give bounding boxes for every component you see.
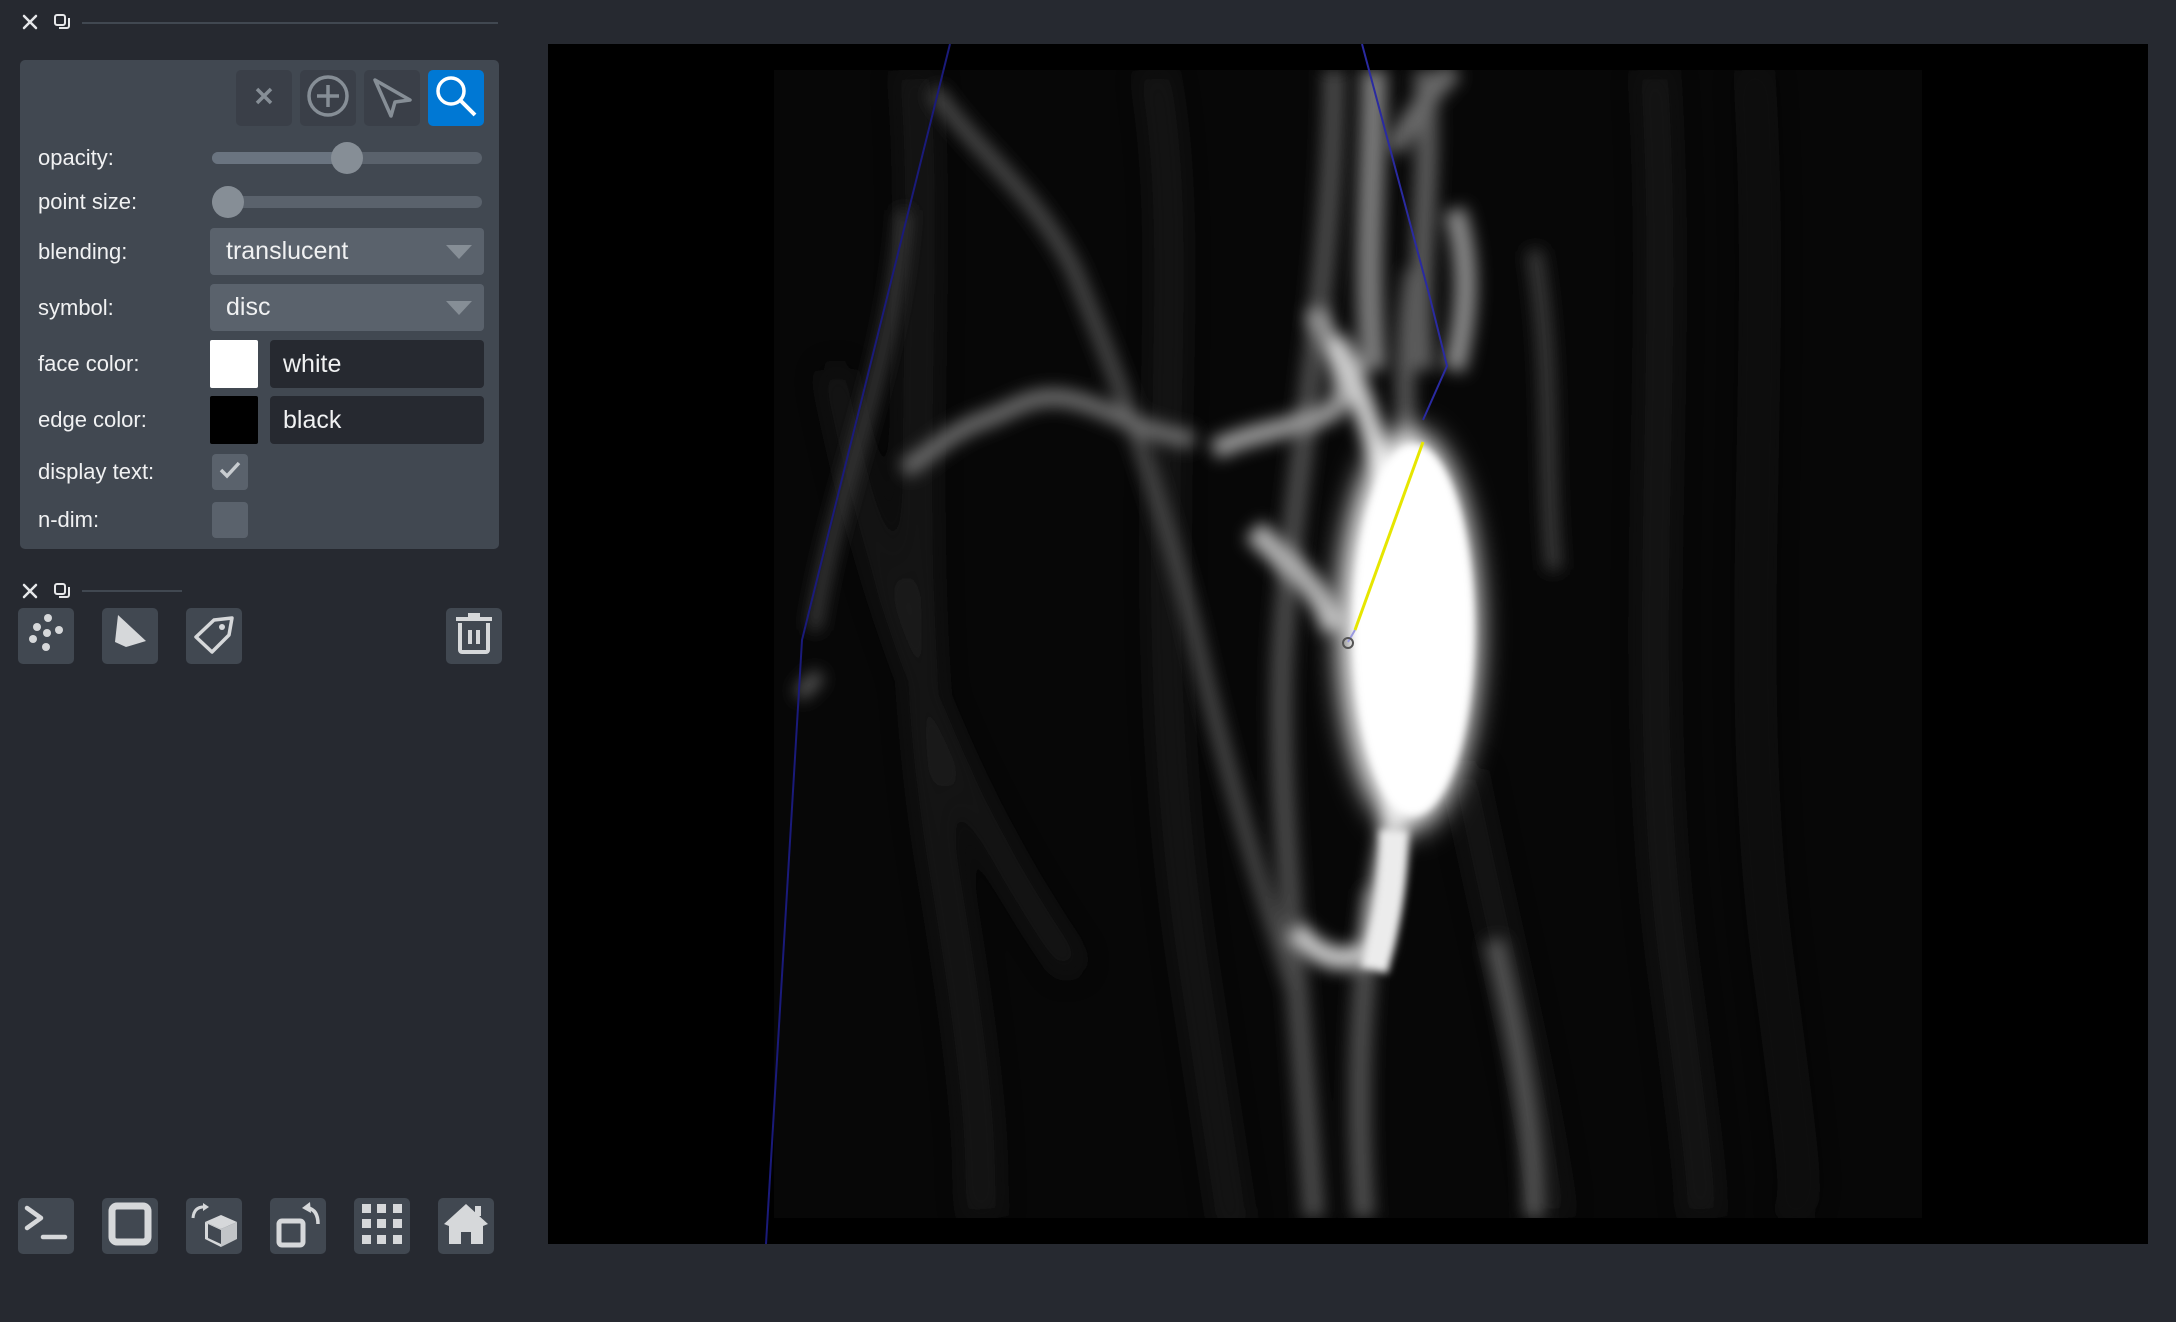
point-size-slider[interactable]: [212, 186, 482, 218]
face-color-input[interactable]: white: [270, 340, 484, 388]
trash-icon: [454, 612, 494, 661]
toggle-ndisplay-button[interactable]: [102, 1198, 158, 1254]
add-points-button[interactable]: [300, 70, 356, 126]
close-icon[interactable]: [20, 12, 40, 32]
dock-title-divider: [82, 22, 498, 24]
pan-zoom-button[interactable]: [428, 70, 484, 126]
transpose-icon: [274, 1200, 322, 1253]
float-icon[interactable]: [52, 581, 72, 601]
symbol-value: disc: [226, 293, 271, 321]
points-icon: [24, 612, 68, 661]
edge-color-label: edge color:: [38, 407, 147, 432]
point-size-label: point size:: [38, 189, 138, 214]
point-marker[interactable]: [1342, 637, 1354, 649]
close-icon[interactable]: [20, 581, 40, 601]
new-points-layer-button[interactable]: [18, 608, 74, 664]
path-line-left: [765, 44, 951, 1244]
opacity-slider-handle[interactable]: [331, 142, 363, 174]
symbol-dropdown[interactable]: disc: [210, 284, 484, 331]
checkmark-icon: [218, 458, 242, 487]
pointer-arrow-icon: [370, 74, 414, 123]
opacity-label: opacity:: [38, 145, 114, 170]
grid-icon: [360, 1202, 404, 1251]
edge-color-swatch[interactable]: [210, 396, 258, 444]
transpose-dims-button[interactable]: [270, 1198, 326, 1254]
n-dim-checkbox[interactable]: [212, 502, 248, 538]
viewer-canvas[interactable]: [548, 44, 2148, 1244]
symbol-label: symbol:: [38, 295, 114, 320]
square-icon: [108, 1202, 152, 1251]
face-color-swatch[interactable]: [210, 340, 258, 388]
edge-color-input[interactable]: black: [270, 396, 484, 444]
display-text-checkbox[interactable]: [212, 454, 248, 490]
select-points-button[interactable]: [364, 70, 420, 126]
opacity-slider[interactable]: [212, 142, 482, 174]
terminal-icon: [23, 1204, 69, 1249]
path-line-right: [1361, 44, 1449, 421]
new-labels-layer-button[interactable]: [186, 608, 242, 664]
home-icon: [443, 1202, 489, 1251]
blending-label: blending:: [38, 239, 128, 264]
grid-view-button[interactable]: [354, 1198, 410, 1254]
roll-dims-button[interactable]: [186, 1198, 242, 1254]
selected-path-highlight: [1353, 441, 1425, 631]
add-circle-icon: [306, 74, 350, 123]
new-shapes-layer-button[interactable]: [102, 608, 158, 664]
n-dim-label: n-dim:: [38, 507, 100, 532]
float-icon[interactable]: [52, 12, 72, 32]
dock-title-divider: [82, 590, 182, 592]
face-color-label: face color:: [38, 351, 140, 376]
label-tag-icon: [192, 612, 236, 661]
close-icon: [249, 81, 279, 116]
blending-dropdown[interactable]: translucent: [210, 228, 484, 275]
chevron-down-icon: [446, 245, 472, 259]
chevron-down-icon: [446, 301, 472, 315]
points-overlay: [765, 44, 1449, 1244]
display-text-label: display text:: [38, 459, 155, 484]
opacity-slider-fill: [212, 152, 347, 164]
delete-layer-button[interactable]: [446, 608, 502, 664]
reset-view-button[interactable]: [438, 1198, 494, 1254]
magnifier-icon: [434, 74, 478, 123]
point-size-slider-handle[interactable]: [212, 186, 244, 218]
rotate-cube-icon: [190, 1200, 238, 1253]
blending-value: translucent: [226, 237, 349, 265]
console-button[interactable]: [18, 1198, 74, 1254]
delete-selected-points-button[interactable]: [236, 70, 292, 126]
polygon-icon: [108, 612, 152, 661]
